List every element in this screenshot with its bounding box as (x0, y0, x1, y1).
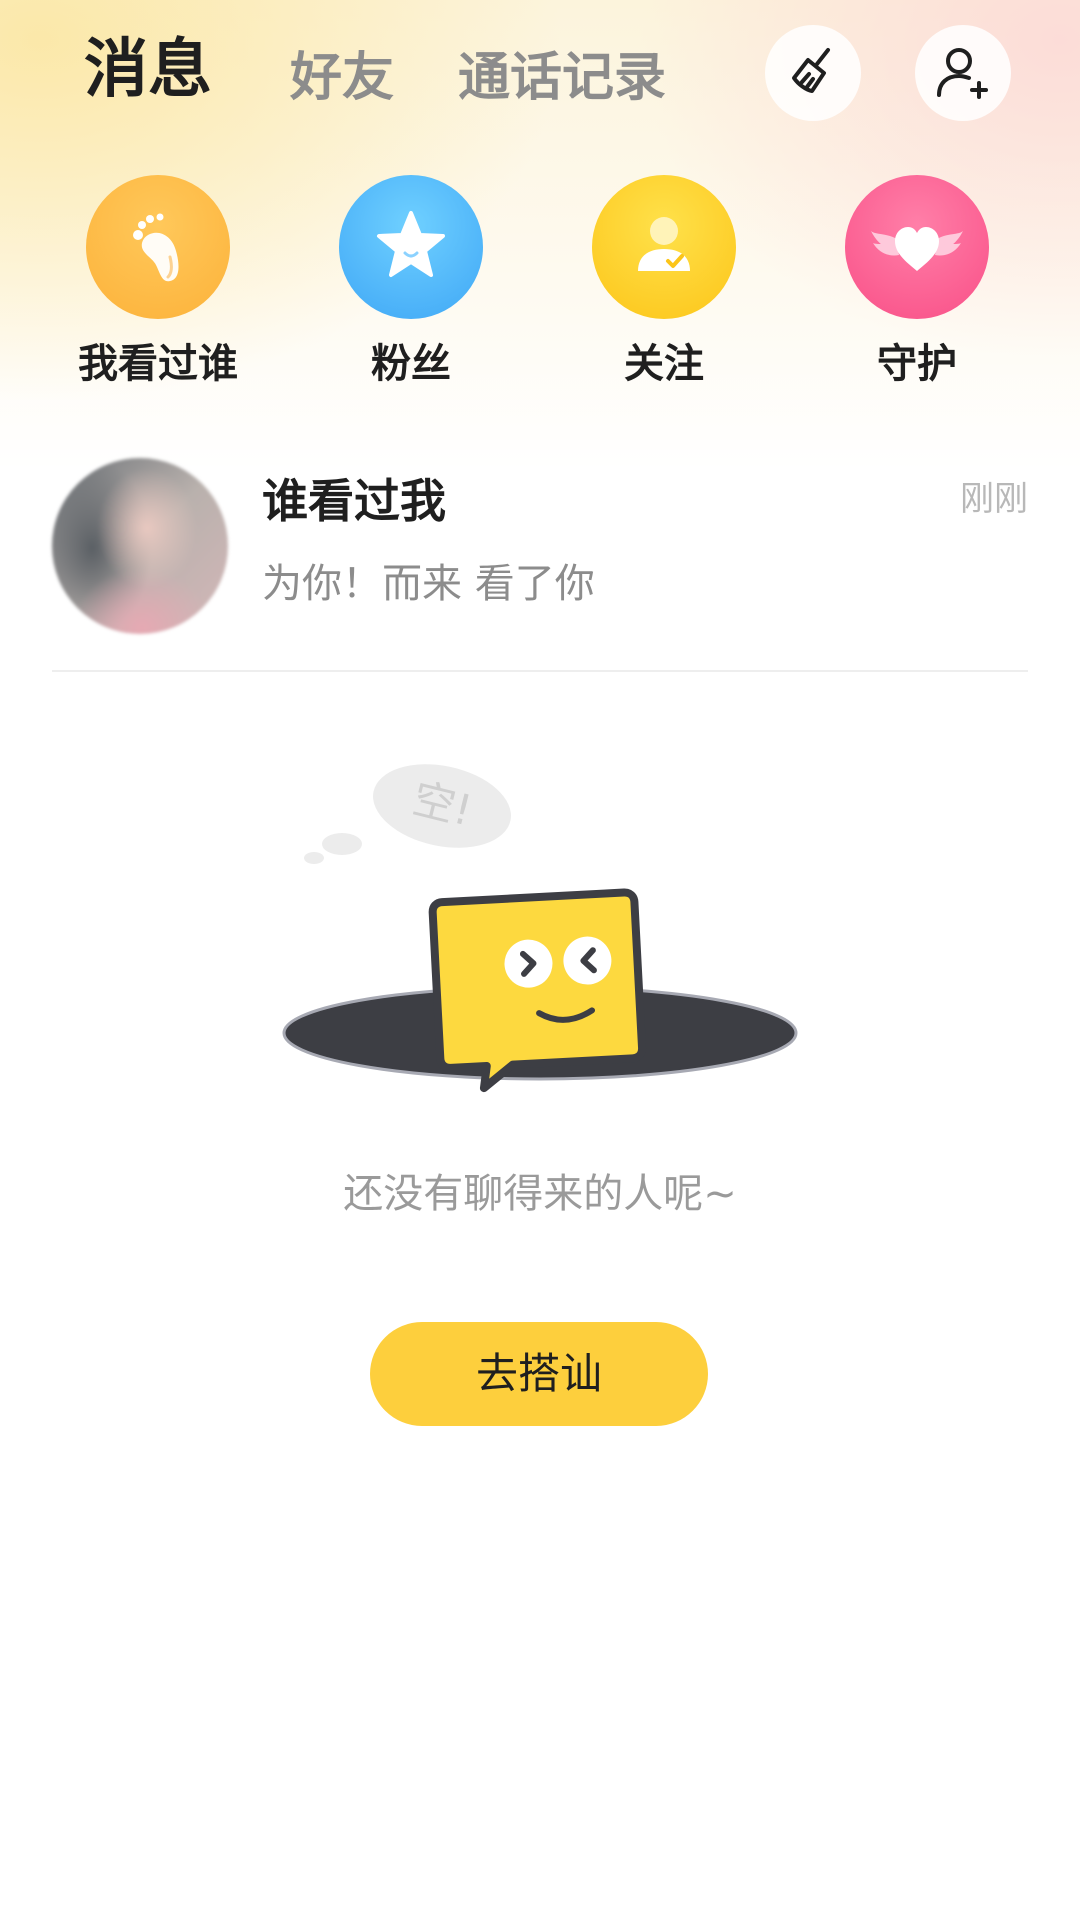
chat-bubble-mascot (428, 888, 647, 1093)
shortcut-label: 粉丝 (371, 341, 451, 387)
tab-messages[interactable]: 消息 (84, 34, 212, 106)
shortcut-label: 我看过谁 (78, 341, 238, 387)
thought-bubble: 空! (304, 764, 511, 864)
avatar (52, 458, 228, 634)
go-chat-button[interactable]: 去搭讪 (370, 1322, 708, 1426)
footprint-icon (86, 175, 230, 319)
clear-messages-button[interactable] (765, 25, 861, 121)
top-bar: 消息 好友 通话记录 (0, 0, 1080, 150)
who-viewed-me-item[interactable]: 谁看过我 为你！而来 看了你 刚刚 (52, 455, 1028, 670)
shortcut-fans[interactable]: 粉丝 (311, 175, 511, 389)
shortcut-visited[interactable]: 我看过谁 (58, 175, 258, 389)
empty-state-illustration: 空! (282, 764, 798, 1093)
add-friend-button[interactable] (915, 25, 1011, 121)
winged-heart-icon (845, 175, 989, 319)
empty-state-message: 还没有聊得来的人呢~ (343, 1171, 737, 1217)
divider (52, 670, 1028, 672)
item-timestamp: 刚刚 (960, 479, 1028, 519)
shortcut-following[interactable]: 关注 (564, 175, 764, 389)
add-user-icon (937, 48, 988, 99)
tab-call-history[interactable]: 通话记录 (458, 42, 666, 114)
user-check-icon (592, 175, 736, 319)
shortcut-label: 关注 (624, 341, 704, 387)
broom-icon (792, 48, 830, 93)
shortcut-guard[interactable]: 守护 (817, 175, 1017, 389)
item-subtitle: 为你！而来 看了你 (262, 561, 595, 607)
tab-friends[interactable]: 好友 (290, 42, 394, 114)
star-icon (339, 175, 483, 319)
item-title: 谁看过我 (262, 474, 446, 528)
shortcut-row: 我看过谁 粉丝 关注 守护 (0, 175, 1080, 395)
shortcut-label: 守护 (877, 341, 957, 387)
